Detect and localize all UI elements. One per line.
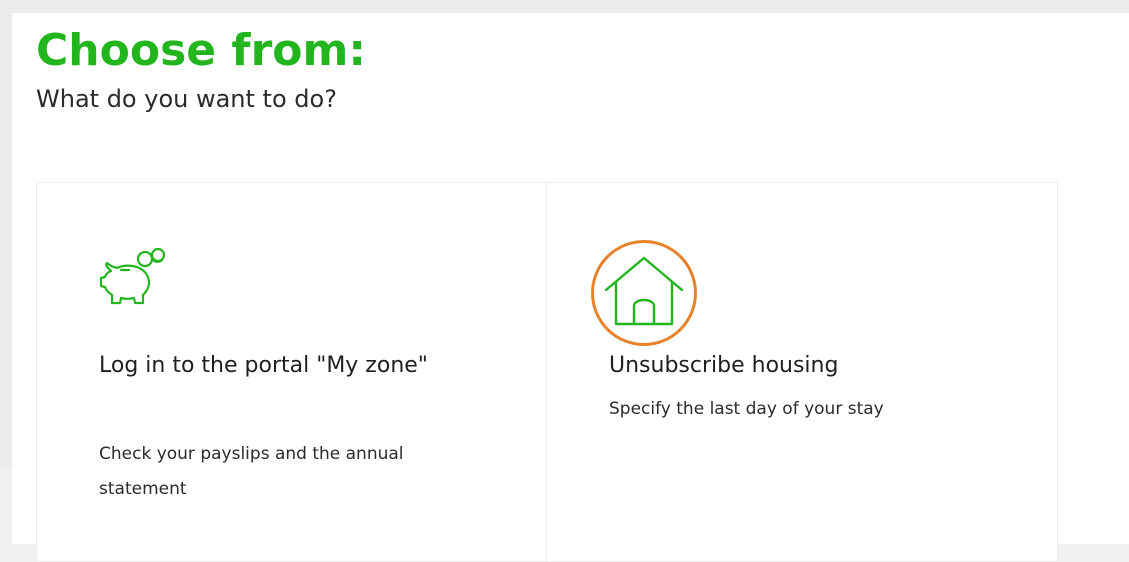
piggy-bank-icon — [97, 245, 177, 325]
top-band — [0, 0, 1129, 13]
house-icon — [598, 250, 690, 336]
option-card-my-zone[interactable]: Log in to the portal "My zone" Check you… — [36, 182, 547, 562]
page-title: Choose from: — [36, 25, 366, 76]
card-title: Unsubscribe housing — [609, 353, 839, 378]
option-card-unsubscribe-housing[interactable]: Unsubscribe housing Specify the last day… — [547, 182, 1058, 562]
options-grid: Log in to the portal "My zone" Check you… — [36, 182, 1058, 562]
card-title: Log in to the portal "My zone" — [99, 353, 428, 378]
page: Choose from: What do you want to do? Log… — [12, 13, 1129, 562]
left-band — [0, 13, 12, 468]
card-description: Check your payslips and the annual state… — [99, 444, 404, 499]
page-subtitle: What do you want to do? — [36, 85, 337, 113]
card-description: Specify the last day of your stay — [609, 399, 884, 419]
